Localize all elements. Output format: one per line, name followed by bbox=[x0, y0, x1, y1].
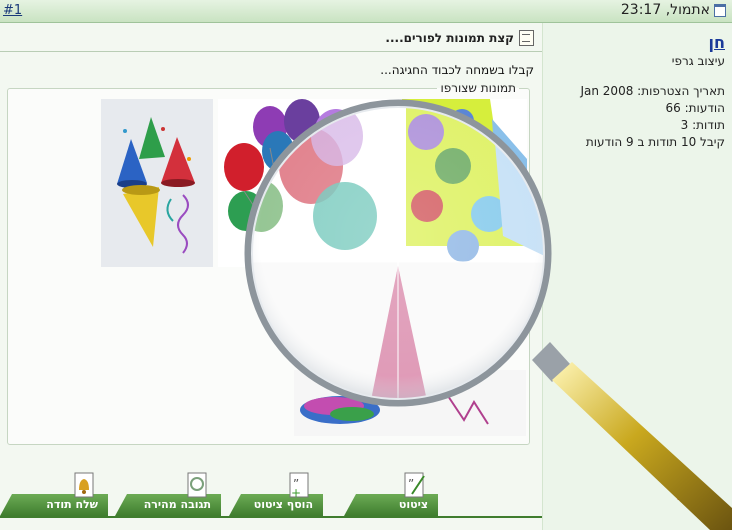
document-icon bbox=[714, 3, 726, 17]
divider bbox=[0, 51, 542, 52]
attachment-thumbnail-hats[interactable] bbox=[101, 99, 213, 267]
quote-icon: ” bbox=[404, 472, 425, 498]
post-subject-text: קצת תמונות לפורים.... bbox=[385, 31, 514, 45]
magnifier-handle bbox=[532, 342, 732, 530]
user-rank: עיצוב גרפי bbox=[671, 54, 725, 68]
quick-reply-button[interactable]: תגובה מהירה bbox=[115, 472, 221, 516]
post-date-text: אתמול, 23:17 bbox=[620, 2, 710, 18]
thanks-button[interactable]: שלח תודה bbox=[0, 472, 108, 516]
thanks-count: תודות: 3 bbox=[680, 118, 725, 132]
post-header-bar: #1 אתמול, 23:17 bbox=[0, 0, 732, 23]
plus-quote-icon: ”+ bbox=[289, 472, 309, 498]
attachments-legend: תמונות שצורפו bbox=[440, 81, 516, 95]
quote-button-label: ציטוט bbox=[398, 498, 428, 511]
buttons-baseline bbox=[0, 516, 542, 518]
svg-text:+: + bbox=[291, 486, 301, 498]
post-subject: קצת תמונות לפורים.... bbox=[385, 30, 534, 46]
thanks-button-label: שלח תודה bbox=[46, 498, 98, 511]
username-link[interactable]: חן bbox=[709, 33, 725, 52]
quick-reply-button-label: תגובה מהירה bbox=[143, 498, 211, 511]
bell-icon bbox=[74, 472, 94, 498]
post-date: אתמול, 23:17 bbox=[621, 2, 726, 18]
multi-quote-button-label: הוסף ציטוט bbox=[253, 498, 313, 511]
post-count: הודעות: 66 bbox=[665, 101, 725, 115]
party-hats-image bbox=[101, 99, 213, 267]
svg-text:”: ” bbox=[408, 477, 414, 491]
note-icon bbox=[519, 30, 534, 46]
quote-button[interactable]: ציטוט ” bbox=[344, 472, 438, 516]
post-body: קבלו בשמחה לכבוד החגיגה... bbox=[380, 63, 534, 77]
post-number-link[interactable]: #1 bbox=[3, 3, 22, 18]
multi-quote-button[interactable]: הוסף ציטוט ” + bbox=[229, 472, 323, 516]
join-date: תאריך הצטרפות: Jan 2008 bbox=[580, 84, 725, 98]
magnifier-icon bbox=[244, 99, 552, 407]
quick-reply-icon bbox=[187, 472, 207, 498]
thanked-count: קיבל 10 תודות ב 9 הודעות bbox=[585, 135, 725, 149]
magnifier-overlay bbox=[241, 96, 555, 410]
